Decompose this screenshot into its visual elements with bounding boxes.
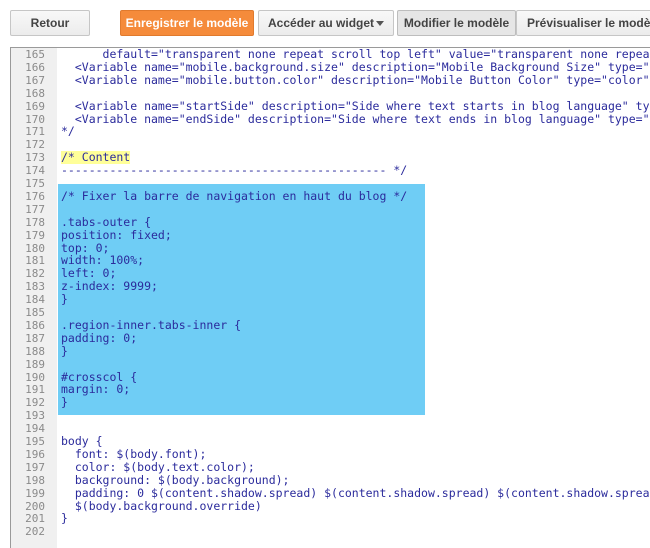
code-text: <Variable name="mobile.background.size" … — [61, 59, 650, 74]
code-line: 196 font: $(body.font); — [11, 446, 650, 461]
code-text: padding: 0; — [61, 330, 138, 345]
line-number: 201 — [25, 512, 45, 526]
code-line: 194 — [11, 422, 650, 435]
code-line: 202 — [11, 525, 650, 538]
chevron-down-icon — [376, 21, 384, 26]
line-number: 184 — [25, 293, 45, 307]
code-text: ----------------------------------------… — [61, 163, 408, 178]
line-number: 173 — [25, 151, 45, 165]
go-to-widget-label: Accéder au widget — [268, 16, 375, 30]
line-number: 172 — [25, 138, 45, 152]
code-line: 200 $(body.background.override) — [11, 498, 650, 513]
code-text: font: $(body.font); — [61, 446, 207, 461]
template-toolbar: Retour Enregistrer le modèle Accéder au … — [0, 0, 650, 48]
line-number: 198 — [25, 473, 45, 487]
code-text: color: $(body.text.color); — [61, 459, 255, 474]
code-text: } — [61, 292, 68, 307]
line-number: 187 — [25, 331, 45, 345]
code-text: $(body.background.override) — [61, 498, 262, 513]
code-line: 193 — [11, 409, 650, 422]
line-number: 200 — [25, 499, 45, 513]
line-number: 190 — [25, 370, 45, 384]
line-number: 193 — [25, 409, 45, 423]
code-text: background: $(body.background); — [61, 472, 290, 487]
code-text: z-index: 9999; — [61, 279, 158, 294]
code-line: 184} — [11, 292, 650, 307]
line-number: 168 — [25, 86, 45, 100]
code-text: */ — [61, 124, 75, 139]
code-line: 197 color: $(body.text.color); — [11, 459, 650, 474]
code-line: 183 z-index: 9999; — [11, 279, 650, 294]
code-text: .region-inner.tabs-inner { — [61, 317, 242, 332]
edit-template-tab[interactable]: Modifier le modèle — [397, 10, 516, 36]
code-line: 192} — [11, 395, 650, 410]
line-number: 189 — [25, 357, 45, 371]
line-number: 167 — [25, 73, 45, 87]
line-number: 177 — [25, 202, 45, 216]
line-number: 180 — [25, 241, 45, 255]
line-number: 176 — [25, 189, 45, 203]
line-number: 188 — [25, 344, 45, 358]
line-number: 165 — [25, 48, 45, 61]
line-number: 185 — [25, 306, 45, 319]
code-text: } — [61, 511, 68, 526]
code-text: } — [61, 395, 68, 410]
code-line: 176 /* Fixer la barre de navigation en ha… — [11, 188, 650, 203]
code-text: padding: 0 $(content.shadow.spread) $(co… — [74, 485, 650, 500]
code-line: 178 .tabs-outer { — [11, 214, 650, 229]
line-number: 194 — [25, 422, 45, 436]
code-line: 177 — [11, 203, 650, 216]
code-line: 198 background: $(body.background); — [11, 472, 650, 487]
go-to-widget-dropdown[interactable]: Accéder au widget — [258, 10, 394, 36]
back-button[interactable]: Retour — [10, 10, 90, 36]
line-number: 183 — [25, 280, 45, 294]
code-line: 170 <Variable name="endSide" description… — [11, 111, 650, 126]
line-number: 192 — [25, 396, 45, 410]
line-number: 170 — [25, 112, 45, 126]
code-line: 169 <Variable name="startSide" descripti… — [11, 98, 650, 113]
line-number: 174 — [25, 164, 45, 178]
code-line: 168 — [11, 87, 650, 100]
line-number: 169 — [25, 99, 45, 113]
code-line: 201} — [11, 511, 650, 526]
code-text: margin: 0; — [61, 382, 131, 397]
line-number: 199 — [25, 486, 45, 500]
code-text: position: fixed; — [61, 227, 172, 242]
line-number: 171 — [25, 125, 45, 139]
code-text: <Variable name="startSide" description="… — [74, 98, 650, 113]
code-line: 189 — [11, 358, 650, 371]
line-number: 202 — [25, 525, 45, 539]
preview-template-tab[interactable]: Prévisualiser le modèle — [516, 10, 650, 36]
code-text: /* Fixer la barre de navigation en haut … — [61, 188, 408, 203]
code-text: <Variable name="mobile.button.color" des… — [61, 72, 650, 87]
line-number: 182 — [25, 267, 45, 281]
code-line: 191 margin: 0; — [11, 382, 650, 397]
code-line: 186 .region-inner.tabs-inner { — [11, 317, 650, 332]
line-number: 191 — [25, 383, 45, 397]
line-number: 179 — [25, 228, 45, 242]
code-text: .tabs-outer { — [61, 214, 152, 229]
line-number: 181 — [25, 254, 45, 268]
code-line: 179 position: fixed; — [11, 227, 650, 242]
code-text: <Variable name="endSide" description="Si… — [74, 111, 650, 126]
code-line: 167 <Variable name="mobile.button.color"… — [11, 72, 650, 87]
line-number: 197 — [25, 460, 45, 474]
line-number: 186 — [25, 318, 45, 332]
code-text: } — [61, 343, 68, 358]
code-line: 166 <Variable name="mobile.background.si… — [11, 59, 650, 74]
code-line: 171 */ — [11, 124, 650, 139]
code-line: 187 padding: 0; — [11, 330, 650, 345]
code-line: 188} — [11, 343, 650, 358]
line-number: 195 — [25, 435, 45, 448]
line-number: 166 — [25, 60, 45, 74]
code-line: 174 -------------------------------------… — [11, 163, 650, 178]
line-number: 178 — [25, 215, 45, 229]
line-number: 196 — [25, 447, 45, 461]
code-line: 199 padding: 0 $(content.shadow.spread) … — [11, 485, 650, 500]
code-editor[interactable]: 165 default="transparent none repeat scr… — [10, 47, 650, 548]
save-template-button[interactable]: Enregistrer le modèle — [120, 10, 254, 36]
line-number: 175 — [25, 177, 45, 190]
